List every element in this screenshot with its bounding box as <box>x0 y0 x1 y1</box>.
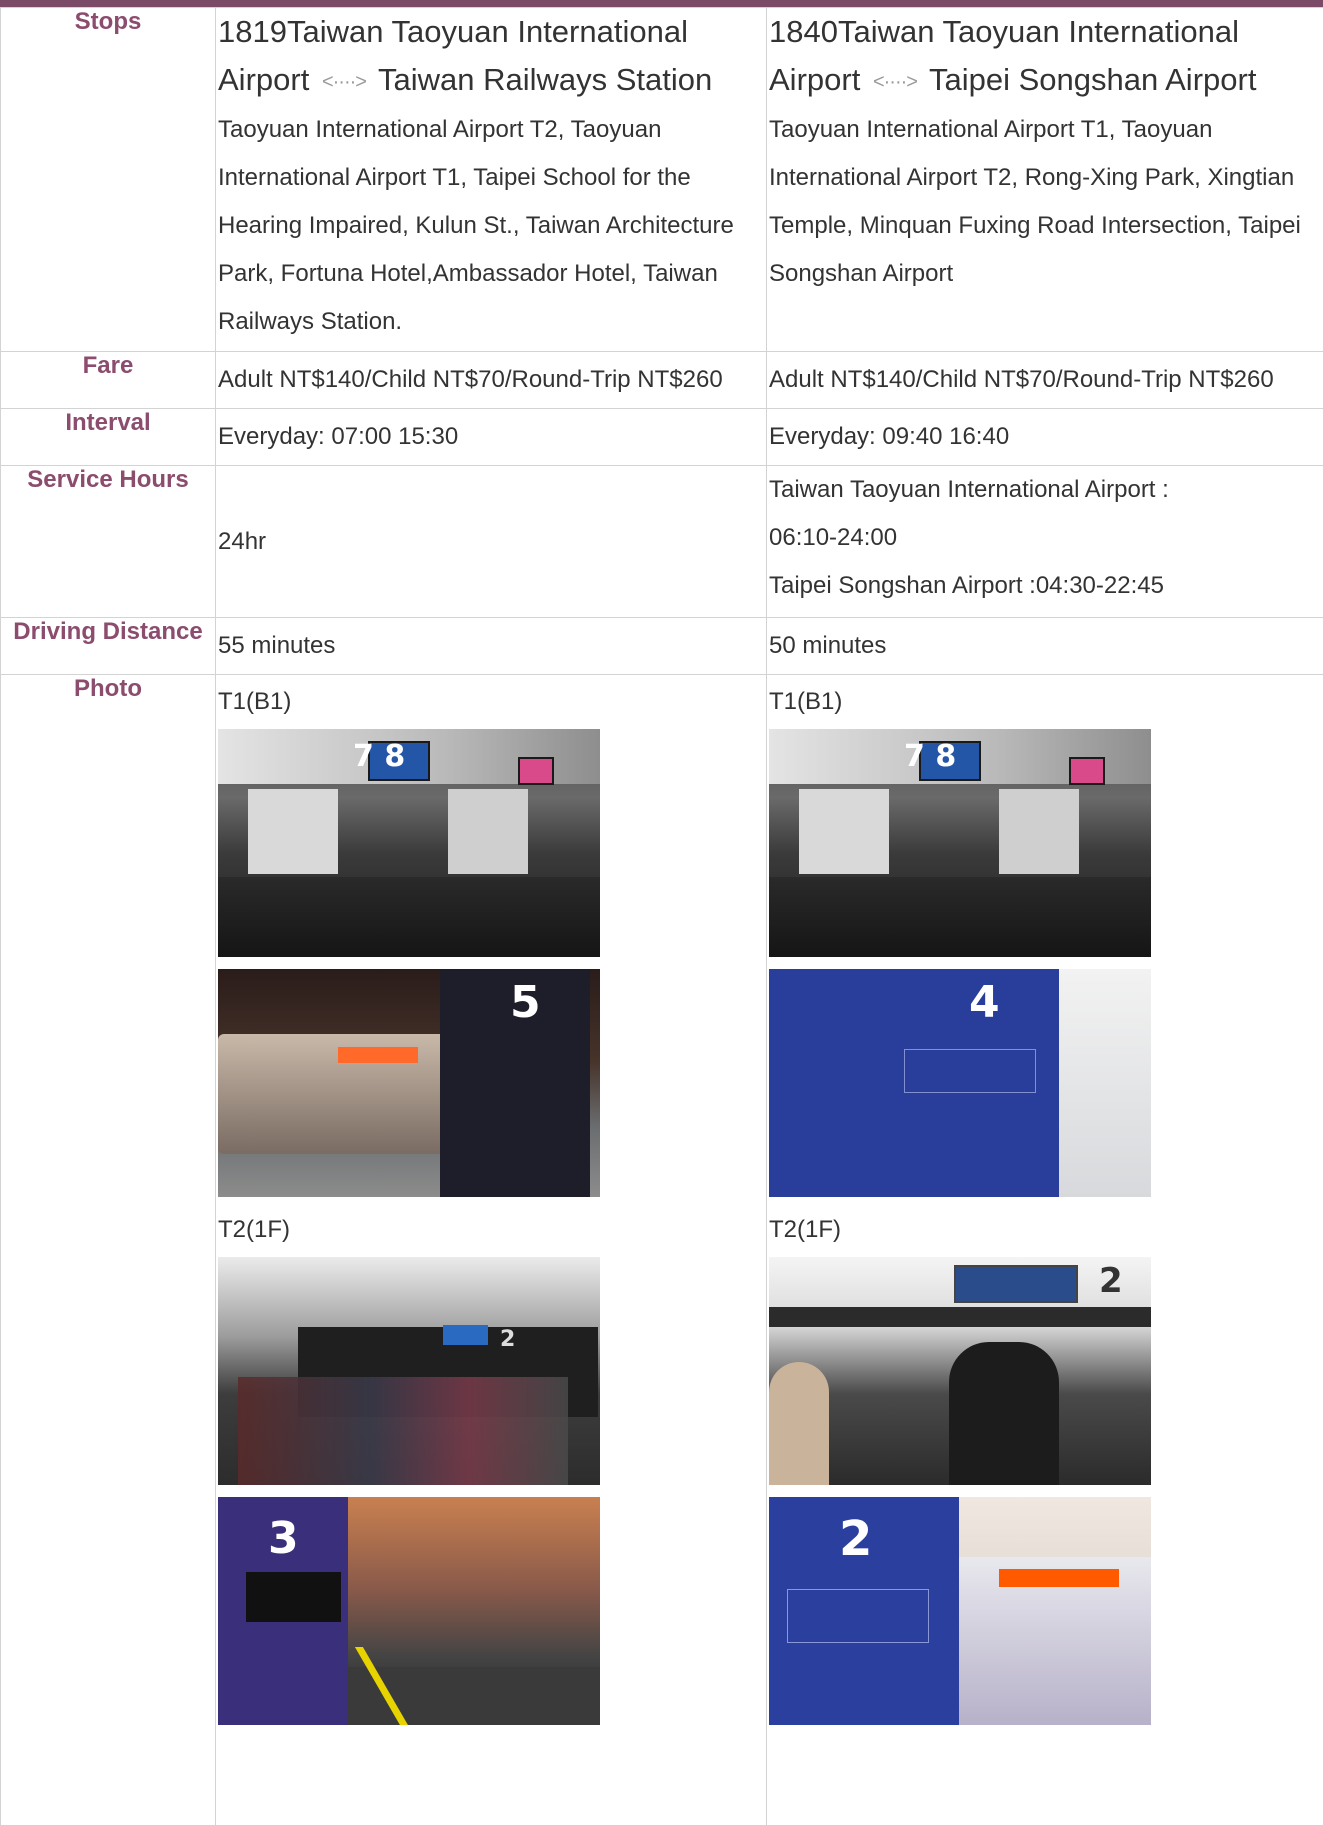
row-label-interval: Interval <box>1 409 216 466</box>
photo-t1-bus-stop: 5 <box>218 969 600 1197</box>
top-bar <box>0 0 1323 7</box>
service-hours-line: Taipei Songshan Airport :04:30-22:45 <box>769 562 1321 610</box>
photo-window <box>248 789 338 874</box>
row-label-photo: Photo <box>1 675 216 1826</box>
stops-list: Taoyuan International Airport T2, Taoyua… <box>218 106 764 346</box>
route-number: 1840 <box>769 14 838 49</box>
row-driving-distance: Driving Distance 55 minutes 50 minutes <box>1 618 1323 675</box>
photo-board <box>954 1265 1078 1303</box>
photo-cell-1819: T1(B1) 7 8 5 T2(1F) 2 <box>216 675 767 1826</box>
fare-value: Adult NT$140/Child NT$70/Round-Trip NT$2… <box>216 352 767 409</box>
service-hours-line: 06:10-24:00 <box>769 514 1321 562</box>
photo-counter-number: 2 <box>1099 1261 1123 1301</box>
interval-value: Everyday: 07:00 15:30 <box>216 409 767 466</box>
photo-t2-bus-stop: 3 <box>218 1497 600 1725</box>
photo-stop-number: 2 <box>839 1511 872 1567</box>
photo-section-label: T1(B1) <box>769 687 1321 717</box>
photo-people <box>238 1377 568 1485</box>
row-photo: Photo T1(B1) 7 8 5 T2(1F) <box>1 675 1323 1826</box>
photo-stop-number: 4 <box>969 977 1000 1028</box>
photo-person <box>949 1342 1059 1485</box>
row-service-hours: Service Hours 24hr Taiwan Taoyuan Intern… <box>1 466 1323 618</box>
photo-desk <box>218 877 600 957</box>
photo-t1-counter: 7 8 <box>218 729 600 957</box>
row-label-stops: Stops <box>1 8 216 352</box>
row-stops: Stops 1819Taiwan Taoyuan International A… <box>1 8 1323 352</box>
photo-section-label: T2(1F) <box>218 1215 764 1245</box>
photo-window <box>999 789 1079 874</box>
photo-cell-1840: T1(B1) 7 8 4 T2(1F) 2 <box>767 675 1323 1826</box>
double-arrow-icon: <····> <box>869 58 921 106</box>
row-label-driving-distance: Driving Distance <box>1 618 216 675</box>
double-arrow-icon: <····> <box>318 58 370 106</box>
route-cell-1840: 1840Taiwan Taoyuan International Airport… <box>767 8 1323 352</box>
route-title: 1840Taiwan Taoyuan International Airport… <box>769 8 1321 106</box>
service-hours-cell: 24hr <box>216 466 767 618</box>
photo-sign-plate <box>904 1049 1036 1093</box>
photo-window <box>448 789 528 874</box>
interval-value: Everyday: 09:40 16:40 <box>767 409 1323 466</box>
row-fare: Fare Adult NT$140/Child NT$70/Round-Trip… <box>1 352 1323 409</box>
row-label-fare: Fare <box>1 352 216 409</box>
service-hours-line: Taiwan Taoyuan International Airport : <box>769 466 1321 514</box>
photo-person <box>769 1362 829 1485</box>
photo-stop-number: 5 <box>510 977 541 1028</box>
photo-t1-bus-stop: 4 <box>769 969 1151 1197</box>
photo-t2-bus-stop: 2 <box>769 1497 1151 1725</box>
photo-t2-counter: 2 <box>769 1257 1151 1485</box>
photo-window <box>799 789 889 874</box>
distance-value: 50 minutes <box>767 618 1323 675</box>
service-hours-value: 24hr <box>218 518 764 566</box>
photo-bus-sign <box>999 1569 1119 1587</box>
photo-section-label: T2(1F) <box>769 1215 1321 1245</box>
photo-t1-counter: 7 8 <box>769 729 1151 957</box>
route-title: 1819Taiwan Taoyuan International Airport… <box>218 8 764 106</box>
photo-screen <box>443 1325 488 1345</box>
photo-counter-number: 2 <box>500 1327 515 1352</box>
photo-bus-sign <box>338 1047 418 1063</box>
route-table: Stops 1819Taiwan Taoyuan International A… <box>0 7 1323 1826</box>
photo-t2-counter: 2 <box>218 1257 600 1485</box>
distance-value: 55 minutes <box>216 618 767 675</box>
fare-value: Adult NT$140/Child NT$70/Round-Trip NT$2… <box>767 352 1323 409</box>
photo-section-label: T1(B1) <box>218 687 764 717</box>
route-number: 1819 <box>218 14 287 49</box>
photo-counter-number: 7 8 <box>353 739 405 774</box>
stops-list: Taoyuan International Airport T1, Taoyua… <box>769 106 1321 298</box>
route-cell-1819: 1819Taiwan Taoyuan International Airport… <box>216 8 767 352</box>
route-destination: Taiwan Railways Station <box>378 62 712 97</box>
row-label-service-hours: Service Hours <box>1 466 216 618</box>
photo-screen <box>1069 757 1105 785</box>
photo-screen <box>518 757 554 785</box>
route-destination: Taipei Songshan Airport <box>929 62 1256 97</box>
photo-beam <box>769 1307 1151 1327</box>
photo-counter-number: 7 8 <box>904 739 956 774</box>
row-interval: Interval Everyday: 07:00 15:30 Everyday:… <box>1 409 1323 466</box>
service-hours-cell: Taiwan Taoyuan International Airport : 0… <box>767 466 1323 618</box>
photo-desk <box>769 877 1151 957</box>
photo-stop-number: 3 <box>268 1513 299 1564</box>
photo-sign-plate <box>787 1589 929 1643</box>
photo-sign-plate <box>246 1572 341 1622</box>
